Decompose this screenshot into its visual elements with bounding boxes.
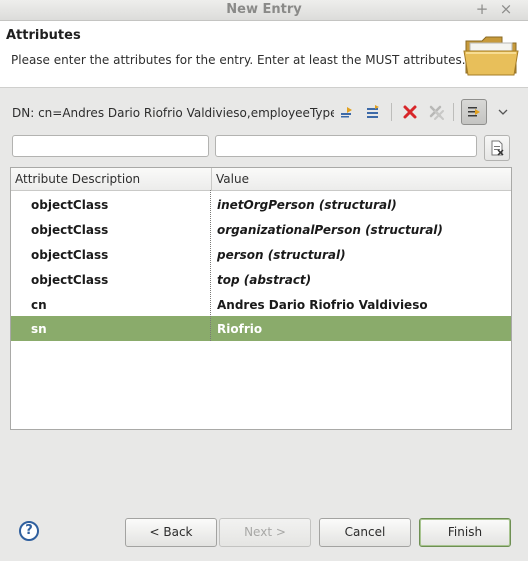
column-header-value[interactable]: Value <box>216 172 249 186</box>
new-attribute-icon[interactable] <box>337 102 357 122</box>
column-divider-dotted <box>210 190 211 341</box>
attribute-cell: objectClass <box>31 223 109 237</box>
cancel-button[interactable]: Cancel <box>319 518 411 547</box>
column-header-attribute[interactable]: Attribute Description <box>15 172 140 186</box>
table-row[interactable]: objectClass inetOrgPerson (structural) <box>11 192 511 217</box>
folder-icon <box>462 25 520 83</box>
show-raw-values-icon[interactable] <box>461 99 487 125</box>
attribute-cell: objectClass <box>31 248 109 262</box>
table-row[interactable]: objectClass top (abstract) <box>11 267 511 292</box>
table-row[interactable]: cn Andres Dario Riofrio Valdivieso <box>11 292 511 317</box>
dn-toolbar: DN: cn=Andres Dario Riofrio Valdivieso,e… <box>0 97 528 129</box>
next-button[interactable]: Next > <box>219 518 311 547</box>
attributes-table[interactable]: Attribute Description Value objectClass … <box>10 167 512 430</box>
wizard-button-bar: ? < Back Next > Cancel Finish <box>0 500 528 561</box>
pin-button[interactable]: + <box>473 0 491 18</box>
view-menu-icon[interactable] <box>493 102 513 122</box>
delete-all-icon[interactable] <box>426 102 446 122</box>
value-cell: Andres Dario Riofrio Valdivieso <box>217 298 428 312</box>
column-divider <box>211 168 212 190</box>
help-icon[interactable]: ? <box>19 521 39 541</box>
window-title: New Entry <box>226 2 302 17</box>
value-cell: person (structural) <box>217 248 346 262</box>
window-titlebar: New Entry + × <box>0 0 528 21</box>
back-button[interactable]: < Back <box>125 518 217 547</box>
attribute-cell: cn <box>31 298 47 312</box>
attribute-filter-input[interactable] <box>12 135 209 157</box>
close-button[interactable]: × <box>497 0 515 18</box>
table-row[interactable]: objectClass organizationalPerson (struct… <box>11 217 511 242</box>
value-cell: organizationalPerson (structural) <box>217 223 443 237</box>
value-filter-input[interactable] <box>215 135 477 157</box>
attribute-cell: objectClass <box>31 273 109 287</box>
value-cell: top (abstract) <box>217 273 312 287</box>
table-header: Attribute Description Value <box>11 168 511 191</box>
new-value-icon[interactable] <box>363 102 383 122</box>
table-row-selected[interactable]: sn Riofrio <box>11 316 511 341</box>
toolbar-separator <box>391 103 392 121</box>
page-title: Attributes <box>6 28 81 43</box>
dn-label: DN: cn=Andres Dario Riofrio Valdivieso,e… <box>12 106 334 120</box>
attribute-cell: sn <box>31 322 47 336</box>
value-cell: inetOrgPerson (structural) <box>217 198 397 212</box>
wizard-header: Attributes Please enter the attributes f… <box>0 21 528 88</box>
clear-filter-icon[interactable] <box>484 135 510 161</box>
finish-button[interactable]: Finish <box>419 518 511 547</box>
toolbar-separator <box>453 103 454 121</box>
value-cell: Riofrio <box>217 322 263 336</box>
attribute-cell: objectClass <box>31 198 109 212</box>
page-description: Please enter the attributes for the entr… <box>11 53 466 67</box>
delete-icon[interactable] <box>400 102 420 122</box>
table-row[interactable]: objectClass person (structural) <box>11 242 511 267</box>
